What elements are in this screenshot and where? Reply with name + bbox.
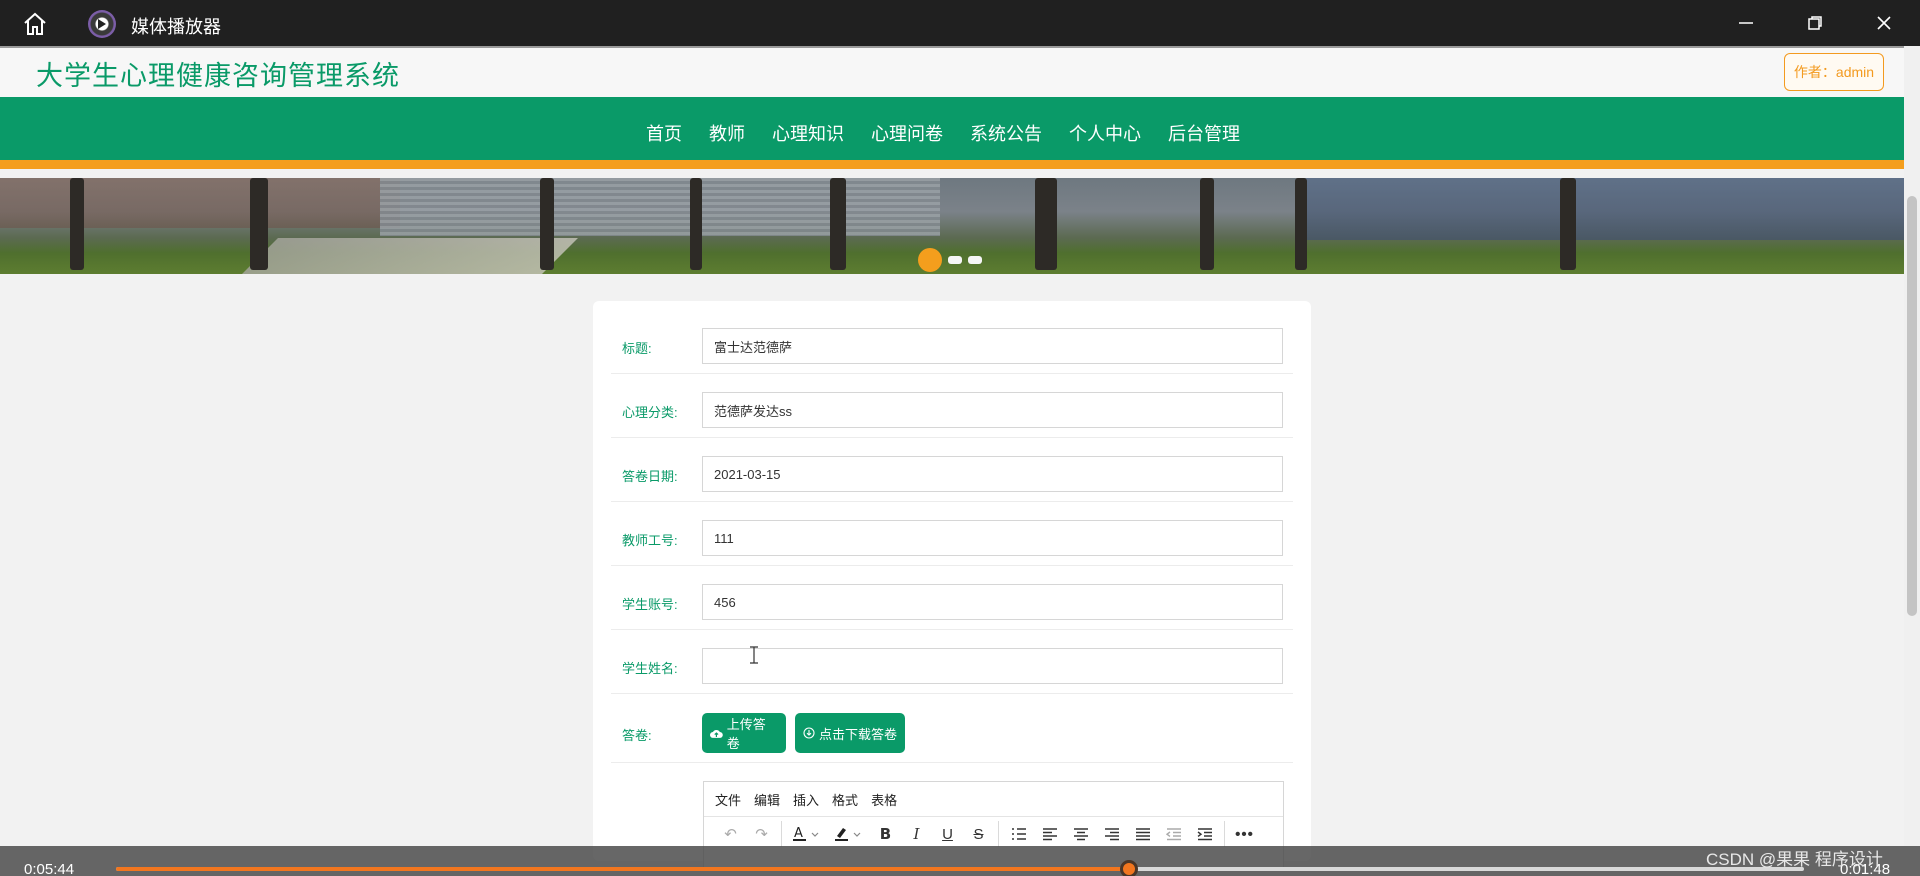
editor-menu-file[interactable]: 文件 — [715, 790, 741, 809]
banner-carousel — [0, 178, 1904, 274]
carousel-dot[interactable] — [968, 256, 982, 264]
student-name-input[interactable] — [702, 648, 1283, 684]
teacher-id-input[interactable]: 111 — [702, 520, 1283, 556]
banner-tree — [540, 178, 554, 270]
title-input[interactable]: 富士达范德萨 — [702, 328, 1283, 364]
field-label-student-account: 学生账号: — [622, 597, 678, 612]
toolbar-divider — [781, 821, 782, 847]
form-row-student-account: 学生账号: 456 — [611, 566, 1293, 630]
banner-steps — [380, 178, 940, 236]
editor-menu-edit[interactable]: 编辑 — [754, 790, 780, 809]
field-label-teacher-id: 教师工号: — [622, 533, 678, 548]
author-button[interactable]: 作者：admin — [1784, 53, 1884, 91]
form-row-answer: 答卷: 上传答卷 点击下载答卷 — [611, 694, 1293, 763]
form-row-student-name: 学生姓名: — [611, 630, 1293, 694]
site-header: 大学生心理健康咨询管理系统 作者：admin — [0, 46, 1904, 97]
media-player-app-icon — [88, 10, 116, 38]
strikethrough-icon[interactable]: S — [963, 821, 994, 847]
field-label-category: 心理分类: — [622, 405, 678, 420]
download-circle-icon — [803, 727, 815, 739]
editor-menu-format[interactable]: 格式 — [832, 790, 858, 809]
highlight-color-icon[interactable] — [828, 821, 870, 847]
nav-item-announcements[interactable]: 系统公告 — [970, 120, 1042, 146]
editor-menubar: 文件 编辑 插入 格式 表格 — [704, 782, 1283, 817]
student-account-input[interactable]: 456 — [702, 584, 1283, 620]
carousel-dot[interactable] — [948, 256, 962, 264]
seek-bar[interactable] — [116, 860, 1804, 876]
more-options-icon[interactable]: ••• — [1229, 821, 1260, 847]
editor-menu-table[interactable]: 表格 — [871, 790, 897, 809]
banner-tree — [1295, 178, 1307, 270]
underline-icon[interactable]: U — [932, 821, 963, 847]
csdn-watermark: CSDN @果果 程序设计 — [1706, 850, 1883, 869]
player-controlbar: 0:05:44 0:01:48 — [0, 846, 1920, 876]
category-input[interactable]: 范德萨发达ss — [702, 392, 1283, 428]
align-left-icon[interactable] — [1034, 821, 1065, 847]
nav-item-home[interactable]: 首页 — [646, 120, 682, 146]
carousel-indicators — [918, 248, 982, 272]
banner-tree — [250, 178, 268, 270]
form-row-title: 标题: 富士达范德萨 — [611, 301, 1293, 374]
banner-tree — [1200, 178, 1214, 270]
player-title: 媒体播放器 — [131, 17, 221, 37]
upload-answer-button[interactable]: 上传答卷 — [702, 713, 786, 753]
align-justify-icon[interactable] — [1127, 821, 1158, 847]
site-title: 大学生心理健康咨询管理系统 — [36, 61, 400, 91]
form-row-teacher-id: 教师工号: 111 — [611, 502, 1293, 566]
bold-icon[interactable]: B — [870, 821, 901, 847]
align-center-icon[interactable] — [1065, 821, 1096, 847]
main-navbar: 首页 教师 心理知识 心理问卷 系统公告 个人中心 后台管理 — [0, 97, 1904, 169]
elapsed-time: 0:05:44 — [24, 861, 75, 876]
nav-item-questionnaire[interactable]: 心理问卷 — [871, 120, 943, 146]
cloud-upload-icon — [710, 729, 723, 738]
outdent-icon[interactable] — [1158, 821, 1189, 847]
answer-detail-card: 标题: 富士达范德萨 心理分类: 范德萨发达ss 答卷日期: 2021-03-1… — [593, 301, 1311, 871]
close-button[interactable] — [1862, 8, 1906, 38]
banner-tree — [70, 178, 84, 270]
seek-handle[interactable] — [1119, 860, 1138, 876]
editor-menu-insert[interactable]: 插入 — [793, 790, 819, 809]
home-icon[interactable] — [18, 9, 52, 39]
scrollbar-thumb[interactable] — [1907, 196, 1917, 616]
banner-tree — [830, 178, 846, 270]
minimize-button[interactable] — [1724, 8, 1768, 38]
indent-icon[interactable] — [1189, 821, 1220, 847]
nav-item-profile[interactable]: 个人中心 — [1069, 120, 1141, 146]
line-height-icon[interactable] — [1003, 821, 1034, 847]
banner-tree — [690, 178, 702, 270]
undo-icon[interactable]: ↶ — [715, 821, 746, 847]
page-scrollbar[interactable] — [1904, 46, 1920, 846]
seek-bar-progress — [116, 867, 1129, 871]
banner-tree — [1560, 178, 1576, 270]
text-color-icon[interactable]: A — [786, 821, 828, 847]
date-input[interactable]: 2021-03-15 — [702, 456, 1283, 492]
redo-icon[interactable]: ↷ — [746, 821, 777, 847]
download-answer-button[interactable]: 点击下载答卷 — [795, 713, 905, 753]
carousel-dot-active[interactable] — [918, 248, 942, 272]
field-label-date: 答卷日期: — [622, 469, 678, 484]
upload-answer-label: 上传答卷 — [726, 717, 766, 751]
form-row-category: 心理分类: 范德萨发达ss — [611, 374, 1293, 438]
download-answer-label: 点击下载答卷 — [819, 726, 898, 742]
italic-icon[interactable]: I — [901, 821, 932, 847]
svg-text:A: A — [794, 826, 803, 841]
align-right-icon[interactable] — [1096, 821, 1127, 847]
nav-item-admin[interactable]: 后台管理 — [1168, 120, 1240, 146]
nav-item-knowledge[interactable]: 心理知识 — [772, 120, 844, 146]
text-cursor-icon — [749, 646, 759, 664]
field-label-student-name: 学生姓名: — [622, 661, 678, 676]
player-titlebar: 媒体播放器 — [0, 0, 1920, 46]
banner-tree — [1035, 178, 1057, 270]
restore-button[interactable] — [1793, 8, 1837, 38]
toolbar-divider — [998, 821, 999, 847]
field-label-answer: 答卷: — [622, 728, 652, 743]
banner-building-right — [1300, 178, 1904, 240]
field-label-title: 标题: — [622, 341, 652, 356]
toolbar-divider — [1224, 821, 1225, 847]
nav-item-teachers[interactable]: 教师 — [709, 120, 745, 146]
form-row-date: 答卷日期: 2021-03-15 — [611, 438, 1293, 502]
banner-path — [242, 238, 578, 274]
banner-building-left — [0, 178, 400, 228]
